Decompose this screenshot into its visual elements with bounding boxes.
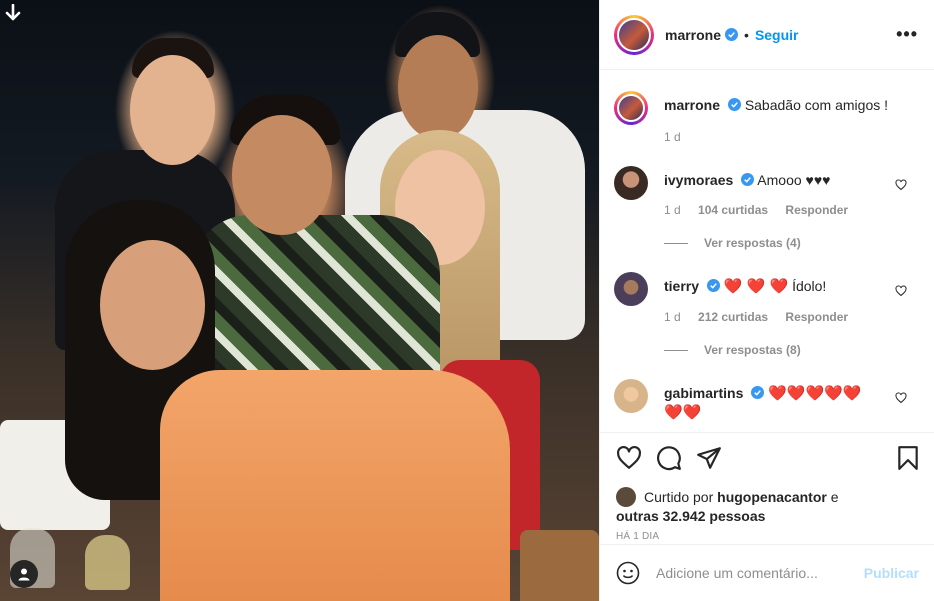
liked-by-text: Curtido por hugopenacantor e: [644, 489, 839, 505]
comment-avatar[interactable]: [614, 166, 648, 200]
comment-meta: 1 d 104 curtidas Responder: [664, 203, 919, 217]
photo-glass: [85, 535, 130, 590]
comment-text: ivymoraes Amooo ♥♥♥: [664, 171, 919, 189]
caption-meta: 1 d: [664, 130, 919, 144]
verified-badge-icon: [727, 98, 741, 111]
caption-text: marrone Sabadão com amigos !: [664, 96, 919, 114]
comment-time[interactable]: 1 d: [664, 203, 681, 217]
replies-line: [664, 242, 688, 244]
likes-count[interactable]: outras 32.942 pessoas: [616, 507, 921, 525]
separator-dot: •: [744, 26, 749, 43]
follow-button[interactable]: Seguir: [755, 27, 799, 43]
heart-emoji: ❤️❤️❤️❤️❤️: [768, 385, 862, 402]
author-avatar[interactable]: [614, 91, 648, 125]
photo-face: [398, 35, 478, 140]
view-replies[interactable]: Ver respostas (4): [664, 236, 919, 250]
author-username[interactable]: marrone: [665, 27, 721, 43]
caption: marrone Sabadão com amigos ! 1 d: [614, 91, 919, 144]
verified-badge-icon: [725, 28, 739, 41]
post-actions: Curtido por hugopenacantor e outras 32.9…: [600, 432, 934, 542]
comment-username[interactable]: gabimartins: [664, 385, 743, 401]
comment-username[interactable]: ivymoraes: [664, 172, 733, 188]
photo-face: [232, 115, 332, 235]
caption-username[interactable]: marrone: [664, 97, 720, 113]
user-icon[interactable]: [10, 560, 38, 588]
comment-content: Ídolo!: [792, 278, 827, 294]
photo-face: [130, 55, 215, 165]
comment-likes[interactable]: 212 curtidas: [698, 310, 768, 324]
publish-button[interactable]: Publicar: [864, 565, 919, 581]
view-replies[interactable]: Ver respostas (8): [664, 343, 919, 357]
heart-icon[interactable]: [895, 285, 907, 297]
comment-body: gabimartins ❤️❤️❤️❤️❤️ ❤️❤️: [664, 379, 919, 422]
comment-likes[interactable]: 104 curtidas: [698, 203, 768, 217]
comment-avatar[interactable]: [614, 272, 648, 306]
comments-list[interactable]: marrone Sabadão com amigos ! 1 d ivymora…: [600, 71, 934, 432]
liked-by: Curtido por hugopenacantor e: [616, 487, 921, 507]
liker-username[interactable]: hugopenacantor: [717, 489, 827, 505]
action-icons: [616, 445, 921, 471]
post-timestamp[interactable]: HÁ 1 DIA: [616, 531, 921, 542]
heart-emoji: ❤️ ❤️ ❤️: [723, 278, 789, 295]
arrow-down-icon[interactable]: [5, 3, 21, 26]
comment-time[interactable]: 1 d: [664, 310, 681, 324]
comment-icon[interactable]: [656, 445, 682, 471]
replies-line: [664, 349, 688, 351]
heart-emoji: ❤️❤️: [664, 404, 702, 421]
caption-time[interactable]: 1 d: [664, 130, 681, 144]
comment-text: tierry ❤️ ❤️ ❤️ Ídolo!: [664, 277, 919, 296]
author-avatar[interactable]: [614, 14, 654, 55]
post-side-panel: marrone • Seguir ••• marrone Sabadão com…: [599, 0, 934, 601]
liker-avatar[interactable]: [616, 487, 636, 507]
verified-badge-icon: [706, 279, 720, 292]
bookmark-icon[interactable]: [895, 445, 921, 471]
comment-username[interactable]: tierry: [664, 278, 699, 294]
comment-composer: Adicione um comentário... Publicar: [600, 544, 934, 601]
photo-chair: [520, 530, 599, 601]
reply-button[interactable]: Responder: [785, 310, 848, 324]
photo-orange-dress: [160, 370, 510, 601]
photo-face: [100, 240, 205, 370]
photo-person-floral-shirt: [190, 215, 440, 395]
verified-badge-icon: [741, 173, 755, 186]
caption-content: Sabadão com amigos !: [744, 97, 889, 113]
comment-meta: 1 d 212 curtidas Responder: [664, 310, 919, 324]
reply-button[interactable]: Responder: [785, 203, 848, 217]
comment-input[interactable]: Adicione um comentário...: [656, 565, 864, 581]
more-options-icon[interactable]: •••: [896, 24, 918, 45]
comment-item: gabimartins ❤️❤️❤️❤️❤️ ❤️❤️: [614, 379, 919, 422]
comment-avatar[interactable]: [614, 379, 648, 413]
caption-body: marrone Sabadão com amigos ! 1 d: [664, 91, 919, 144]
comment-text: gabimartins ❤️❤️❤️❤️❤️ ❤️❤️: [664, 384, 919, 422]
post-header: marrone • Seguir •••: [600, 0, 934, 70]
heart-icon[interactable]: [895, 392, 907, 404]
verified-badge-icon: [751, 386, 765, 399]
heart-icon[interactable]: [616, 445, 642, 471]
heart-icon[interactable]: [895, 179, 907, 191]
comment-body: ivymoraes Amooo ♥♥♥ 1 d 104 curtidas Res…: [664, 166, 919, 250]
share-icon[interactable]: [696, 445, 722, 471]
post-photo[interactable]: [0, 0, 599, 601]
emoji-icon[interactable]: [616, 561, 640, 585]
comment-item: ivymoraes Amooo ♥♥♥ 1 d 104 curtidas Res…: [614, 166, 919, 250]
comment-content: Amooo ♥♥♥: [757, 172, 831, 188]
comment-item: tierry ❤️ ❤️ ❤️ Ídolo! 1 d 212 curtidas …: [614, 272, 919, 357]
comment-body: tierry ❤️ ❤️ ❤️ Ídolo! 1 d 212 curtidas …: [664, 272, 919, 357]
